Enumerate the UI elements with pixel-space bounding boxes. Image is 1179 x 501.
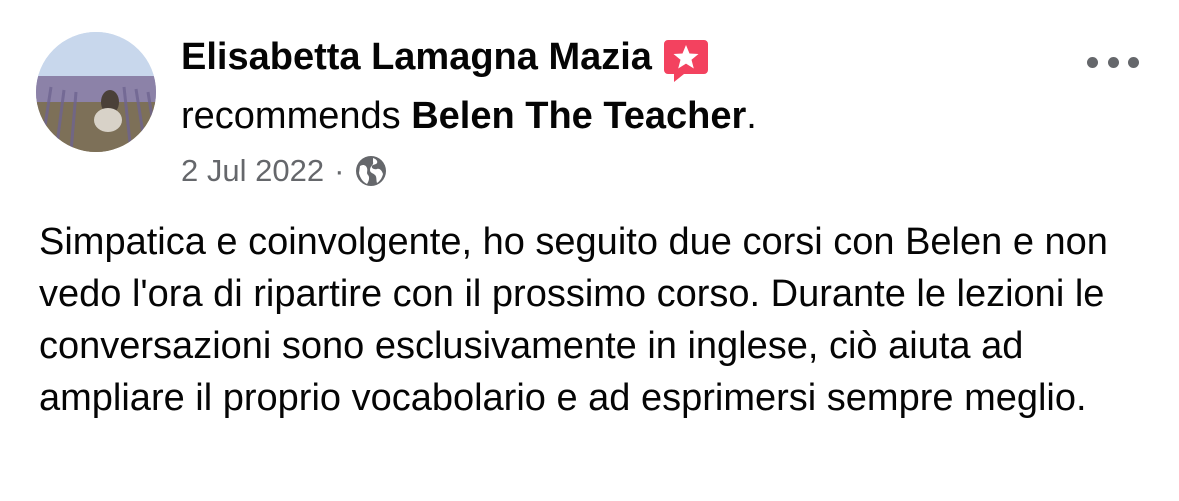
- more-options-icon[interactable]: [1087, 48, 1139, 76]
- author-name[interactable]: Elisabetta Lamagna Mazia: [181, 36, 652, 78]
- avatar[interactable]: [36, 32, 156, 152]
- more-dot: [1107, 56, 1119, 68]
- review-text: Simpatica e coinvolgente, ho seguito due…: [39, 221, 1108, 419]
- action-suffix: .: [746, 95, 757, 137]
- more-dot: [1128, 56, 1139, 68]
- globe-icon[interactable]: [354, 154, 388, 188]
- meta-separator: ·: [334, 153, 345, 188]
- post-date[interactable]: 2 Jul 2022: [181, 150, 324, 192]
- more-dot: [1087, 56, 1098, 68]
- recommend-line: recommends Belen The Teacher.: [181, 93, 757, 139]
- recommendation-post: Elisabetta Lamagna Mazia recommends Bele…: [0, 0, 1179, 501]
- recommendation-star-icon: [662, 36, 710, 84]
- avatar-photo: [36, 32, 156, 152]
- author-line: Elisabetta Lamagna Mazia: [181, 34, 710, 84]
- post-meta: 2 Jul 2022 ·: [181, 150, 388, 192]
- action-text: recommends: [181, 95, 401, 137]
- page-name-link[interactable]: Belen The Teacher: [411, 95, 746, 137]
